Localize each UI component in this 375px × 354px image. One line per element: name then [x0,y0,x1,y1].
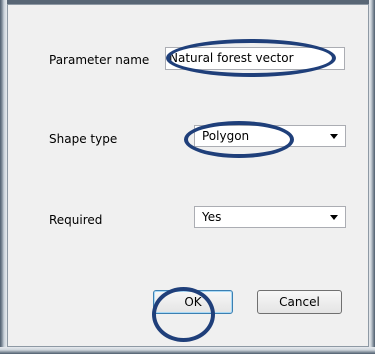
required-value: Yes [202,210,222,224]
parameter-dialog: Parameter name Natural forest vector Sha… [7,4,369,347]
required-select[interactable]: Yes [194,206,346,228]
chevron-down-icon[interactable] [330,215,338,220]
window-frame-left [0,0,7,354]
window-frame-right [369,0,375,354]
ok-button[interactable]: OK [153,290,233,314]
cancel-button[interactable]: Cancel [257,290,342,314]
parameter-name-label: Parameter name [49,53,150,67]
shape-type-select[interactable]: Polygon [194,125,346,147]
parameter-name-input[interactable]: Natural forest vector [165,47,345,70]
shape-type-value: Polygon [202,129,250,143]
required-label: Required [49,213,103,227]
window-frame-bottom [0,347,375,354]
shape-type-label: Shape type [49,132,118,146]
chevron-down-icon[interactable] [330,134,338,139]
